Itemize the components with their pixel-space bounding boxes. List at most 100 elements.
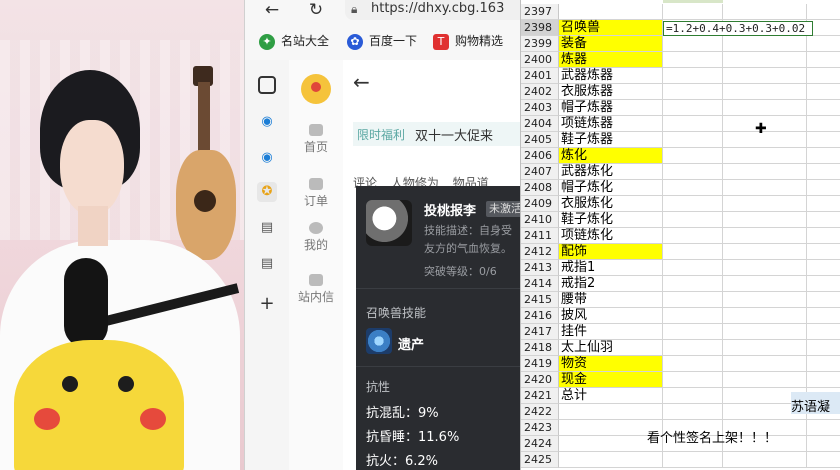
cell-c[interactable] [723, 164, 807, 180]
row-number[interactable]: 2418 [521, 340, 559, 356]
cell-d[interactable] [807, 180, 840, 196]
cell-b[interactable] [663, 52, 723, 68]
cell-d[interactable] [807, 36, 840, 52]
add-icon[interactable]: + [257, 294, 277, 314]
cell-c[interactable] [723, 292, 807, 308]
cell-d[interactable] [807, 116, 840, 132]
cell-b[interactable] [663, 404, 723, 420]
cell-c[interactable] [723, 244, 807, 260]
row-number[interactable]: 2422 [521, 404, 559, 420]
bookmark-item[interactable]: ✦ 名站大全 [259, 32, 329, 52]
cell-c[interactable] [723, 68, 807, 84]
cell-a[interactable]: 衣服炼器 [559, 84, 663, 100]
cell-a[interactable]: 总计 [559, 388, 663, 404]
cell-d[interactable] [807, 260, 840, 276]
cell-c[interactable] [723, 228, 807, 244]
cell-c[interactable] [723, 84, 807, 100]
cell-c[interactable] [723, 356, 807, 372]
cell-d[interactable] [807, 132, 840, 148]
back-arrow-icon[interactable]: ← [261, 0, 283, 22]
cell-b[interactable] [663, 164, 723, 180]
cell-a[interactable]: 披风 [559, 308, 663, 324]
cell-d[interactable] [807, 436, 840, 452]
cell-b[interactable] [663, 324, 723, 340]
cell-a[interactable]: 戒指2 [559, 276, 663, 292]
cell-a[interactable]: 帽子炼器 [559, 100, 663, 116]
cell-b[interactable] [663, 452, 723, 468]
cell-b[interactable] [663, 116, 723, 132]
collections-icon[interactable]: ▤ [257, 218, 277, 238]
cell-b[interactable] [663, 388, 723, 404]
cell-b[interactable] [663, 100, 723, 116]
cell-d[interactable] [807, 68, 840, 84]
cell-d[interactable] [807, 212, 840, 228]
bookmark-item[interactable]: ✿ 百度一下 [347, 32, 417, 52]
cell-a[interactable] [559, 4, 663, 20]
cell-a[interactable]: 武器炼化 [559, 164, 663, 180]
cell-b[interactable] [663, 244, 723, 260]
cell-b[interactable] [663, 292, 723, 308]
nav-item-mine[interactable]: 我的 [289, 222, 343, 253]
cell-a[interactable] [559, 452, 663, 468]
cell-a[interactable]: 鞋子炼器 [559, 132, 663, 148]
cell-a[interactable]: 挂件 [559, 324, 663, 340]
edge-icon[interactable]: ◉ [257, 148, 277, 168]
cell-d[interactable] [807, 356, 840, 372]
cell-d[interactable] [807, 164, 840, 180]
cell-c[interactable] [723, 340, 807, 356]
row-number[interactable]: 2423 [521, 420, 559, 436]
cell-a[interactable]: 腰带 [559, 292, 663, 308]
cell-d[interactable] [807, 372, 840, 388]
cell-b[interactable] [663, 228, 723, 244]
row-number[interactable]: 2406 [521, 148, 559, 164]
cell-a[interactable]: 太上仙羽 [559, 340, 663, 356]
cell-a[interactable] [559, 404, 663, 420]
row-number[interactable]: 2397 [521, 4, 559, 20]
row-number[interactable]: 2410 [521, 212, 559, 228]
cell-d[interactable] [807, 4, 840, 20]
row-number[interactable]: 2417 [521, 324, 559, 340]
row-number[interactable]: 2400 [521, 52, 559, 68]
edge-icon[interactable]: ◉ [257, 112, 277, 132]
back-arrow-icon[interactable]: ← [353, 70, 370, 94]
row-number[interactable]: 2424 [521, 436, 559, 452]
cell-d[interactable] [807, 340, 840, 356]
cell-d[interactable] [807, 276, 840, 292]
cell-b[interactable] [663, 372, 723, 388]
cell-c[interactable] [723, 196, 807, 212]
cell-d[interactable] [807, 100, 840, 116]
cell-d[interactable] [807, 292, 840, 308]
cell-c[interactable] [723, 308, 807, 324]
cell-b[interactable] [663, 276, 723, 292]
row-number[interactable]: 2399 [521, 36, 559, 52]
cell-a[interactable]: 现金 [559, 372, 663, 388]
cell-b[interactable] [663, 212, 723, 228]
nav-item-orders[interactable]: 订单 [289, 178, 343, 209]
cell-c[interactable] [723, 52, 807, 68]
cell-b[interactable] [663, 132, 723, 148]
cell-b[interactable] [663, 180, 723, 196]
cell-b[interactable] [663, 4, 723, 20]
row-number[interactable]: 2408 [521, 180, 559, 196]
cell-c[interactable] [723, 36, 807, 52]
cell-d[interactable] [807, 244, 840, 260]
cell-c[interactable] [723, 100, 807, 116]
cell-a[interactable]: 物资 [559, 356, 663, 372]
nav-item-messages[interactable]: 站内信 [289, 274, 343, 305]
cell-c[interactable] [723, 148, 807, 164]
collections-icon[interactable]: ▤ [257, 254, 277, 274]
address-bar[interactable]: 🔒︎ https://dhxy.cbg.163 [345, 0, 521, 20]
cell-c[interactable] [723, 452, 807, 468]
cell-b[interactable] [663, 36, 723, 52]
cell-a[interactable]: 炼器 [559, 52, 663, 68]
active-formula-cell[interactable]: =1.2+0.4+0.3+0.3+0.02 [663, 21, 813, 36]
cell-b[interactable] [663, 68, 723, 84]
cell-a[interactable]: 武器炼器 [559, 68, 663, 84]
row-number[interactable]: 2413 [521, 260, 559, 276]
row-number[interactable]: 2425 [521, 452, 559, 468]
cell-a[interactable]: 炼化 [559, 148, 663, 164]
cell-d[interactable] [807, 452, 840, 468]
row-number[interactable]: 2419 [521, 356, 559, 372]
cell-b[interactable] [663, 356, 723, 372]
cell-a[interactable]: 项链炼器 [559, 116, 663, 132]
